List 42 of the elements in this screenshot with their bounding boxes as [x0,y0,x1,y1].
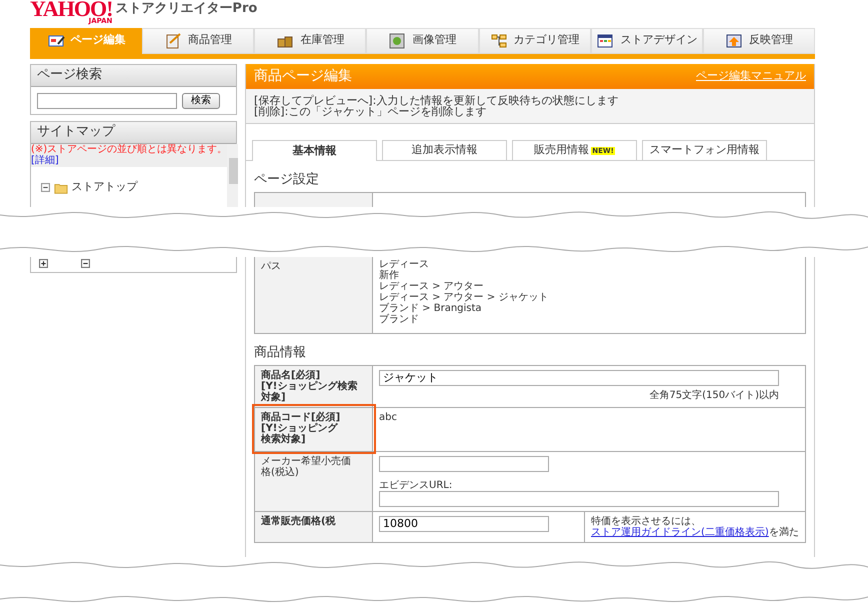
info-text: [保存してプレビューへ]:入力した情報を更新して反映待ちの状態にします [254,95,620,106]
page-title: 商品ページ編集 [254,68,352,86]
table-cell: パス [254,257,372,334]
content-tab[interactable]: 基本情報 [252,140,377,162]
nav-tab[interactable]: 商品管理 [142,28,254,54]
hint-text: 全角75文字(150バイト)以内 [648,390,779,401]
page-edit-icon [46,32,65,49]
section-heading: ページ設定 [254,173,320,188]
field-value: abc [379,412,397,423]
price-field[interactable]: 10800 [379,516,549,532]
nav-tab[interactable]: 画像管理 [366,28,479,54]
grid-icon [596,32,614,49]
note-text: を満た [768,526,799,538]
notice-text: (※)ストアページの並び順とは異なります。 [31,144,228,156]
upload-icon [724,32,743,49]
image-icon [388,32,406,49]
guideline-link[interactable]: ストア運用ガイドライン(二重価格表示) [591,526,769,538]
url-field[interactable] [379,490,779,507]
info-text: [削除]:この「ジャケット」ページを削除します [254,106,487,118]
field-label: 商品名[必須] [Y!ショッピング検索 対象] [254,365,372,408]
app-title: ストアクリエイターPro [115,2,258,17]
tree-item[interactable]: ストアトップ [72,181,138,194]
field-label: メーカー希望小売価 格(税込) [254,451,372,512]
detail-link[interactable]: [詳細] [31,155,59,166]
note-text: 特価を表示させるには、 [591,516,702,527]
nav-tab[interactable]: カテゴリ管理 [478,28,591,54]
table-cell: レディース 新作 レディース > アウター レディース > アウター > ジャケット ブランド > Brangista ブランド [372,257,806,334]
field-label: エビデンスURL: [379,480,454,491]
panel-title: ページ検索 [31,65,236,88]
text-field[interactable]: ジャケット [379,370,779,386]
logo[interactable]: YAHOO! [30,0,112,18]
panel-title: サイトマップ [31,122,236,144]
field-label: 通常販売価格(税 [254,511,372,542]
nav-tab[interactable]: ストアデザイン [590,28,703,54]
section-heading: 商品情報 [254,346,307,361]
nav-tab[interactable]: 反映管理 [702,28,815,54]
nav-tab[interactable]: 在庫管理 [254,28,366,54]
search-field[interactable] [36,92,176,109]
price-field[interactable] [379,456,549,472]
tree-icon [490,32,508,49]
tab-link[interactable]: 販売用情報 [534,144,590,157]
search-button[interactable]: 検索 [182,92,220,109]
